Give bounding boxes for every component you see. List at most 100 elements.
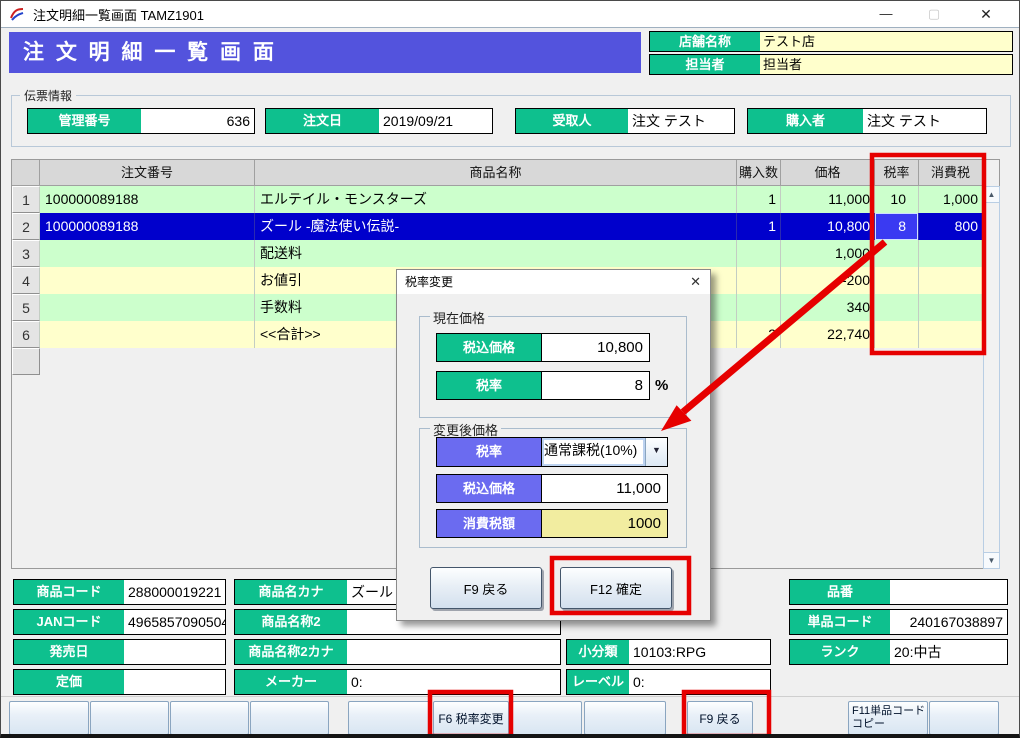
new-price-incl-label: 税込価格: [437, 475, 541, 502]
row-number: 6: [12, 321, 40, 348]
new-rate-label: 税率: [437, 438, 541, 466]
row-number: 1: [12, 186, 40, 213]
product-name2-kana-value[interactable]: [347, 640, 560, 664]
maximize-button[interactable]: ▢: [913, 1, 955, 27]
cell-qty: [737, 240, 781, 267]
slip-info-legend: 伝票情報: [20, 87, 76, 104]
store-name-label: 店舗名称: [650, 32, 760, 51]
list-price-label: 定価: [14, 670, 124, 694]
f6-tax-rate-change-button[interactable]: F6 税率変更: [433, 701, 509, 735]
cell-order-no: [40, 321, 255, 348]
cell-qty: 1: [737, 213, 781, 240]
tax-rate-dropdown[interactable]: 通常課税(10%) ▼: [541, 438, 667, 466]
tax-rate-change-dialog: 税率変更 ✕ 現在価格 税込価格 10,800 税率 8 % 変更後価格 税率 …: [396, 269, 711, 621]
function-key-bar: F6 税率変更 F9 戻る F11単品コード コピー: [1, 696, 1020, 737]
scroll-down-icon[interactable]: ▼: [983, 552, 1000, 569]
tax-amount-label: 消費税額: [437, 510, 541, 537]
vertical-scrollbar[interactable]: ▲ ▼: [983, 186, 1000, 569]
tax-amount-value[interactable]: 1000: [541, 510, 667, 537]
receiver-field: 受取人 注文 テスト: [515, 108, 735, 134]
item-code-value[interactable]: 240167038897: [890, 610, 1007, 634]
staff-field: 担当者 担当者: [649, 54, 1013, 75]
fkey-button-8[interactable]: [584, 701, 666, 735]
cell-price: 1,000: [781, 240, 875, 267]
cell-product-name: エルテイル・モンスターズ: [255, 186, 737, 213]
order-detail-window: 注文明細一覧画面 TAMZ1901 — ▢ ✕ 注 文 明 細 一 覧 画 面 …: [0, 0, 1020, 738]
fkey-button-3[interactable]: [170, 701, 249, 735]
scroll-up-icon[interactable]: ▲: [983, 186, 1000, 203]
close-button[interactable]: ✕: [965, 1, 1007, 27]
product-name2-kana-field: 商品名称2カナ: [234, 639, 561, 665]
dialog-f12-confirm-button[interactable]: F12 確定: [560, 567, 672, 609]
product-name2-label: 商品名称2: [235, 610, 347, 634]
part-no-field: 品番: [789, 579, 1008, 605]
jan-code-value[interactable]: 4965857090504: [124, 610, 225, 634]
order-date-value[interactable]: 2019/09/21: [379, 109, 492, 133]
cell-order-no: 100000089188: [40, 213, 255, 240]
rank-field: ランク 20:中古: [789, 639, 1008, 665]
control-no-field: 管理番号 636: [27, 108, 255, 134]
table-row-2-selected[interactable]: 2 100000089188 ズール -魔法使い伝説- 1 10,800 8 8…: [12, 213, 983, 240]
cell-tax: [919, 267, 983, 294]
staff-value[interactable]: 担当者: [760, 55, 1012, 74]
new-price-incl-value[interactable]: 11,000: [541, 475, 667, 502]
part-no-value[interactable]: [890, 580, 1007, 604]
cell-tax: [919, 321, 983, 348]
purchaser-value[interactable]: 注文 テスト: [863, 109, 986, 133]
product-code-value[interactable]: 288000019221: [124, 580, 225, 604]
title-bar: 注文明細一覧画面 TAMZ1901 — ▢ ✕: [1, 1, 1019, 28]
new-rate-field: 税率 通常課税(10%) ▼: [436, 437, 668, 467]
table-row-1[interactable]: 1 100000089188 エルテイル・モンスターズ 1 11,000 10 …: [12, 186, 983, 213]
jan-code-label: JANコード: [14, 610, 124, 634]
minimize-button[interactable]: —: [865, 1, 907, 27]
receiver-value[interactable]: 注文 テスト: [628, 109, 734, 133]
fkey-button-2[interactable]: [90, 701, 169, 735]
table-row-3[interactable]: 3 配送料 1,000: [12, 240, 983, 267]
app-icon: [9, 6, 25, 22]
dialog-title: 税率変更: [405, 270, 453, 294]
fkey-button-11[interactable]: [929, 701, 999, 735]
f11-label-line2: コピー: [852, 718, 885, 731]
store-name-value[interactable]: テスト店: [760, 32, 1012, 51]
cell-price: 10,800: [781, 213, 875, 240]
list-price-value[interactable]: [124, 670, 225, 694]
cell-order-no: [40, 267, 255, 294]
cell-qty: 2: [737, 321, 781, 348]
store-name-field: 店舗名称 テスト店: [649, 31, 1013, 52]
cell-qty: 1: [737, 186, 781, 213]
jan-code-field: JANコード 4965857090504: [13, 609, 226, 635]
current-price-incl-label: 税込価格: [437, 334, 541, 361]
dialog-f9-back-button[interactable]: F9 戻る: [430, 567, 542, 609]
fkey-button-5[interactable]: [348, 701, 432, 735]
rank-value[interactable]: 20:中古: [890, 640, 1007, 664]
maker-value[interactable]: 0:: [347, 670, 560, 694]
subcategory-value[interactable]: 10103:RPG: [629, 640, 770, 664]
tax-rate-dropdown-value[interactable]: 通常課税(10%): [542, 438, 645, 466]
purchaser-field: 購入者 注文 テスト: [747, 108, 987, 134]
item-code-field: 単品コード 240167038897: [789, 609, 1008, 635]
row-number: 3: [12, 240, 40, 267]
fkey-button-4[interactable]: [250, 701, 329, 735]
slip-info-groupbox: 伝票情報 管理番号 636 注文日 2019/09/21 受取人 注文 テスト …: [11, 95, 1011, 147]
release-date-value[interactable]: [124, 640, 225, 664]
col-header-order-no: 注文番号: [40, 160, 255, 186]
fkey-button-7[interactable]: [512, 701, 582, 735]
maker-label: メーカー: [235, 670, 347, 694]
dialog-close-icon[interactable]: ✕: [690, 270, 701, 294]
purchaser-label: 購入者: [748, 109, 863, 133]
fkey-button-1[interactable]: [9, 701, 89, 735]
cell-tax: [919, 240, 983, 267]
f11-item-code-copy-button[interactable]: F11単品コード コピー: [848, 701, 928, 735]
label-value[interactable]: 0:: [629, 670, 770, 694]
control-no-value[interactable]: 636: [141, 109, 254, 133]
f9-back-button[interactable]: F9 戻る: [687, 701, 753, 735]
dialog-title-bar[interactable]: 税率変更 ✕: [397, 270, 710, 294]
current-rate-field: 税率 8: [436, 371, 650, 400]
cell-price: -200: [781, 267, 875, 294]
col-header-tax: 消費税: [919, 160, 983, 186]
col-header-qty: 購入数: [737, 160, 781, 186]
control-no-label: 管理番号: [28, 109, 141, 133]
cell-tax-rate-focused[interactable]: 8: [875, 213, 919, 240]
label-label: レーベル: [567, 670, 629, 694]
chevron-down-icon[interactable]: ▼: [645, 438, 667, 466]
